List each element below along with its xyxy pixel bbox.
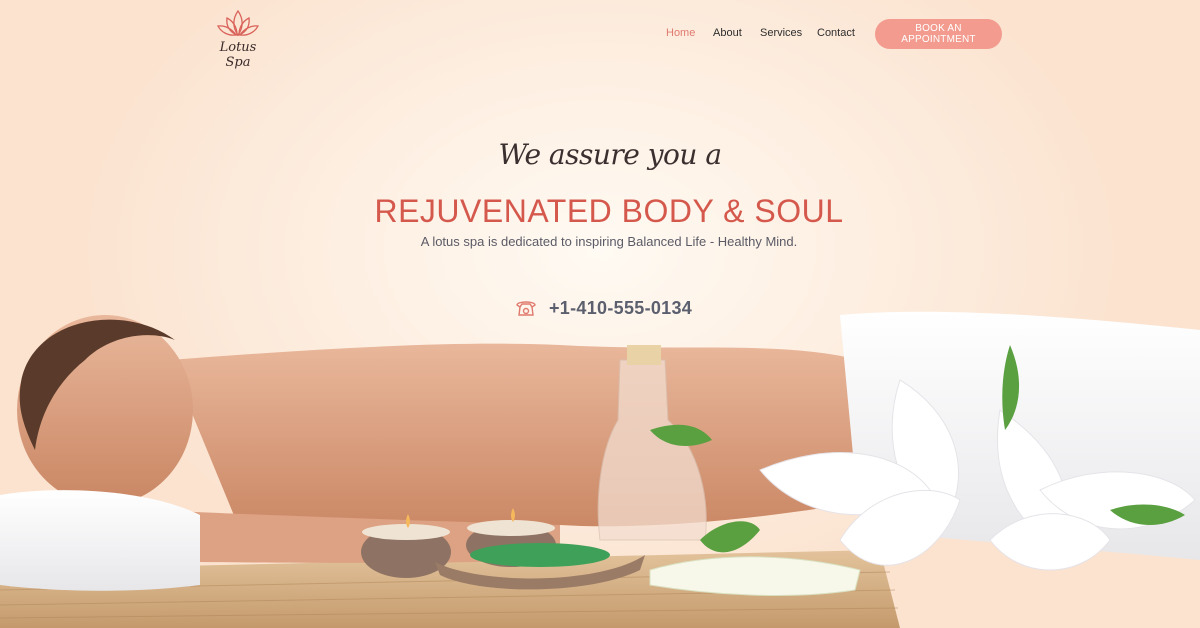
nav-home[interactable]: Home	[666, 27, 695, 39]
site-header: Lotus Spa Home About Services Contact BO…	[0, 0, 1200, 70]
nav-contact[interactable]: Contact	[817, 27, 855, 39]
hero-subline: A lotus spa is dedicated to inspiring Ba…	[420, 234, 798, 249]
lotus-icon	[217, 9, 259, 37]
hero-headline: REJUVENATED BODY & SOUL	[374, 193, 844, 229]
nav-about[interactable]: About	[713, 27, 742, 39]
logo-text: Lotus Spa	[219, 40, 257, 70]
hero-spa-illustration	[0, 311, 1200, 628]
logo[interactable]: Lotus Spa	[206, 9, 266, 70]
nav-services[interactable]: Services	[760, 27, 802, 39]
book-appointment-button[interactable]: BOOK AN APPOINTMENT	[875, 19, 1002, 49]
hero-tagline: We assure you a	[498, 138, 722, 171]
